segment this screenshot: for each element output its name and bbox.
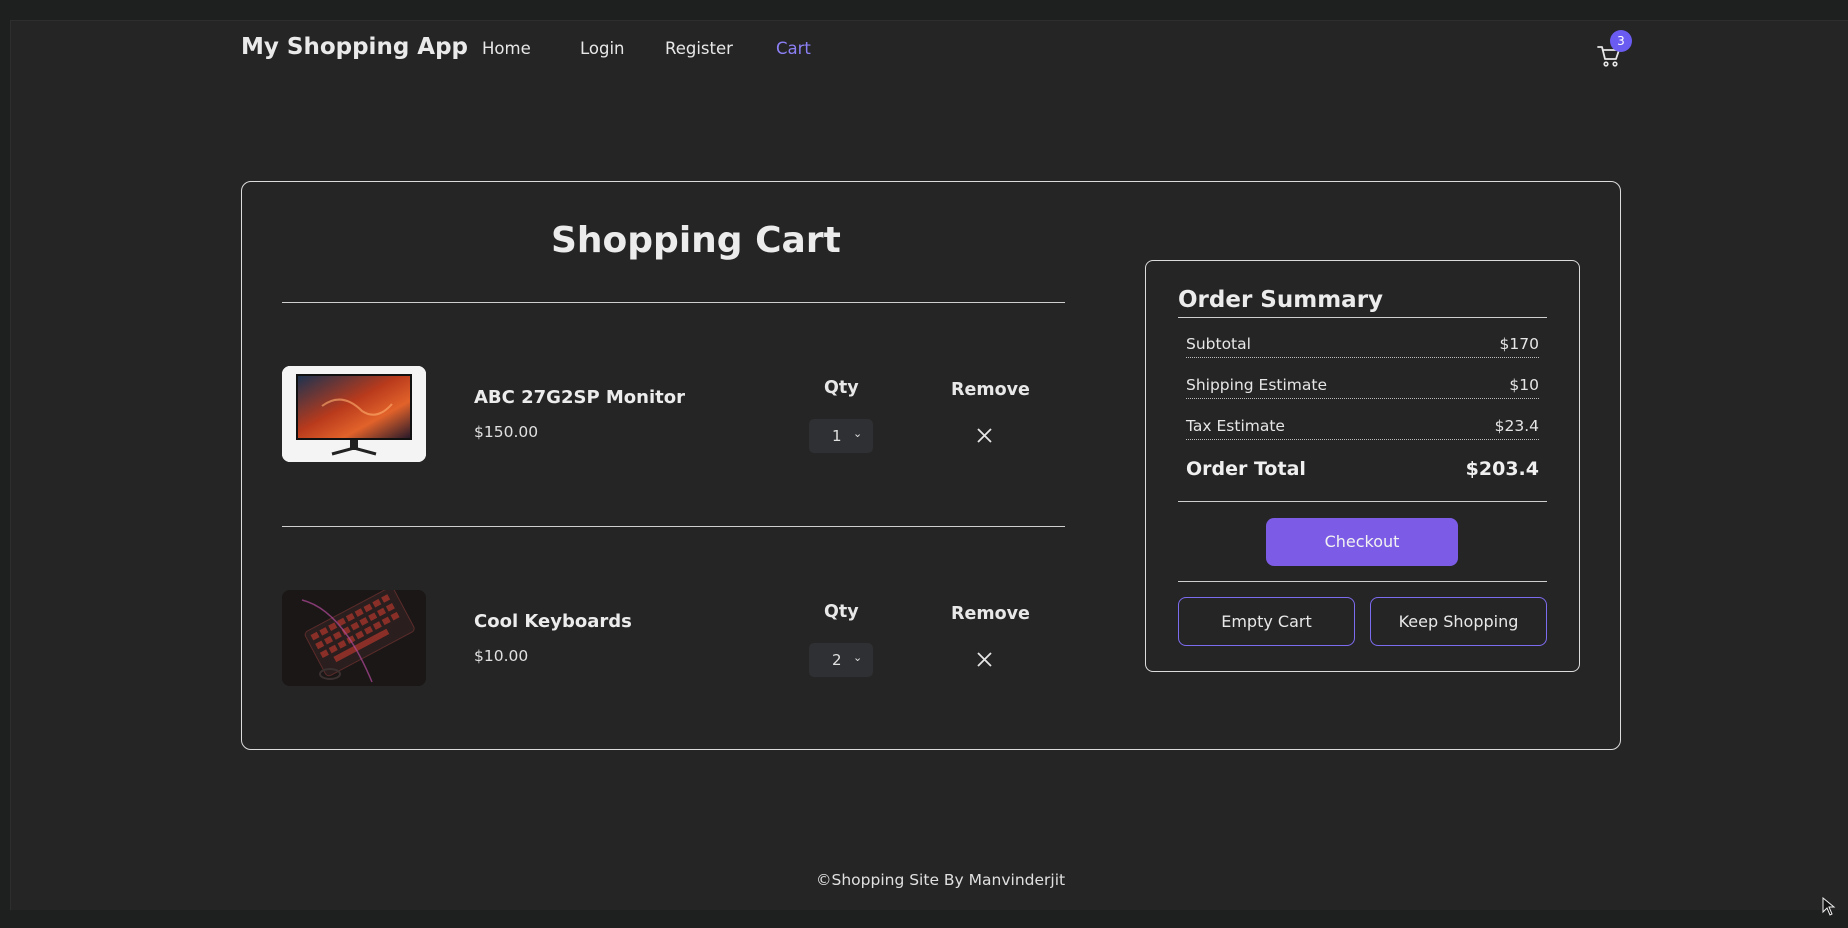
- shipping-amount: $10: [1509, 376, 1539, 394]
- tax-amount: $23.4: [1494, 417, 1539, 435]
- mouse-pointer-icon: [1822, 897, 1836, 916]
- divider: [282, 526, 1065, 527]
- order-summary-title: Order Summary: [1178, 287, 1384, 313]
- cart-count-badge: 3: [1610, 30, 1632, 52]
- brand-logo[interactable]: My Shopping App: [241, 34, 468, 60]
- tax-label: Tax Estimate: [1186, 417, 1285, 435]
- qty-header: Qty: [824, 378, 859, 398]
- chevron-down-icon: ⌄: [853, 651, 863, 664]
- order-total-amount: $203.4: [1465, 458, 1539, 480]
- chevron-down-icon: ⌄: [853, 427, 863, 440]
- empty-cart-button[interactable]: Empty Cart: [1178, 597, 1355, 646]
- remove-item-icon[interactable]: [976, 651, 993, 668]
- remove-header: Remove: [951, 380, 1030, 400]
- nav-register[interactable]: Register: [665, 39, 733, 58]
- tax-row: Tax Estimate $23.4: [1186, 415, 1539, 440]
- quantity-select[interactable]: 1 ⌄: [809, 419, 873, 453]
- remove-item-icon[interactable]: [976, 427, 993, 444]
- nav-home[interactable]: Home: [482, 39, 531, 58]
- page-title: Shopping Cart: [551, 220, 841, 261]
- order-total-label: Order Total: [1186, 458, 1306, 480]
- monitor-image: [282, 366, 426, 462]
- keyboard-image: [282, 590, 426, 686]
- order-total-row: Order Total $203.4: [1186, 458, 1539, 480]
- cart-item-price: $150.00: [474, 423, 539, 441]
- cart-item-name: ABC 27G2SP Monitor: [474, 387, 686, 408]
- subtotal-amount: $170: [1499, 335, 1539, 353]
- footer-text: ©Shopping Site By Manvinderjit: [816, 871, 1066, 889]
- checkout-button[interactable]: Checkout: [1266, 518, 1458, 566]
- remove-header: Remove: [951, 604, 1030, 624]
- shipping-row: Shipping Estimate $10: [1186, 374, 1539, 399]
- keep-shopping-button[interactable]: Keep Shopping: [1370, 597, 1547, 646]
- subtotal-row: Subtotal $170: [1186, 333, 1539, 358]
- quantity-value: 2: [832, 651, 842, 669]
- cart-item-price: $10.00: [474, 647, 529, 665]
- subtotal-label: Subtotal: [1186, 335, 1251, 353]
- quantity-value: 1: [832, 427, 842, 445]
- divider: [1178, 501, 1547, 502]
- divider: [282, 302, 1065, 303]
- quantity-select[interactable]: 2 ⌄: [809, 643, 873, 677]
- qty-header: Qty: [824, 602, 859, 622]
- divider: [1178, 317, 1547, 318]
- divider: [1178, 581, 1547, 582]
- nav-login[interactable]: Login: [580, 39, 625, 58]
- window-bottom-strip: [0, 910, 1848, 928]
- shipping-label: Shipping Estimate: [1186, 376, 1328, 394]
- cart-item-name: Cool Keyboards: [474, 611, 632, 632]
- nav-cart[interactable]: Cart: [776, 39, 811, 58]
